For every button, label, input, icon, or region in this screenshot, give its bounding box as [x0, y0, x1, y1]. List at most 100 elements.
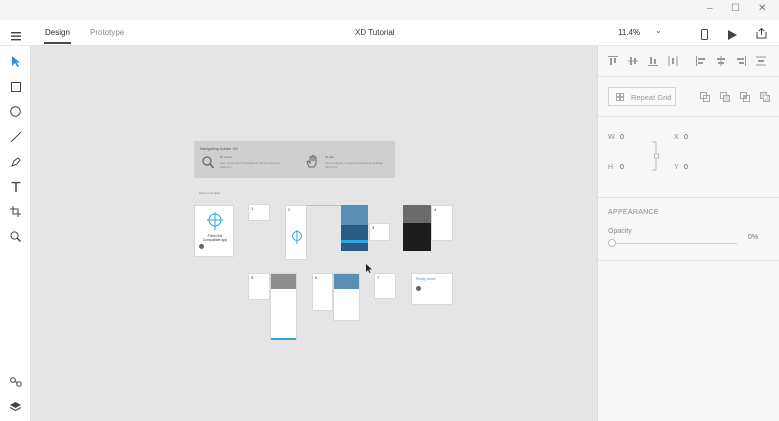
- document-title: XD Tutorial: [355, 28, 395, 37]
- artboard-welcome[interactable]: Fresh the Compatible app: [194, 205, 234, 257]
- align-middle-icon[interactable]: [628, 56, 638, 66]
- opacity-slider-handle[interactable]: [608, 239, 616, 247]
- artboard-long-scroll[interactable]: [270, 273, 297, 340]
- rectangle-tool-icon[interactable]: [8, 79, 23, 94]
- artboard-ready[interactable]: Ready done!: [411, 273, 453, 305]
- align-center-icon[interactable]: [716, 56, 726, 66]
- step-number: 2: [288, 207, 291, 212]
- text-tool-icon[interactable]: [8, 179, 23, 194]
- artboard-step-6[interactable]: 6: [312, 273, 333, 311]
- layers-icon[interactable]: [8, 399, 23, 414]
- minimize-icon[interactable]: –: [707, 3, 713, 14]
- boolean-intersect-icon[interactable]: [740, 92, 750, 102]
- artboard-landscape[interactable]: [333, 273, 360, 321]
- top-bar: Design Prototype XD Tutorial 11.4% ⌄: [0, 20, 779, 46]
- design-canvas[interactable]: Navigating Adobe XD To zoom: Your finger…: [31, 46, 597, 421]
- artboard-step-3[interactable]: 3: [369, 223, 390, 241]
- photo-image: [271, 274, 296, 289]
- step-number: 1: [251, 206, 254, 211]
- close-icon[interactable]: ✕: [758, 3, 766, 14]
- line-tool-icon[interactable]: [8, 129, 23, 144]
- distribute-horizontal-icon[interactable]: [668, 56, 678, 66]
- align-left-icon[interactable]: [696, 56, 706, 66]
- artboard-step-4[interactable]: 4: [431, 205, 453, 241]
- welcome-card-title: Fresh the Compatible app: [202, 234, 228, 242]
- panel-divider: [598, 116, 779, 117]
- opacity-value[interactable]: 0%: [748, 234, 758, 241]
- lock-aspect-icon[interactable]: [652, 141, 660, 171]
- artboard-step-5[interactable]: 5: [248, 273, 270, 300]
- boolean-add-icon[interactable]: [700, 92, 710, 102]
- accent-bar: [341, 240, 368, 243]
- panel-divider: [598, 197, 779, 198]
- step-number: 5: [251, 275, 254, 280]
- select-tool-icon[interactable]: [8, 54, 23, 69]
- y-field[interactable]: 0: [684, 164, 688, 171]
- ellipse-tool-icon[interactable]: [8, 104, 23, 119]
- tab-design[interactable]: Design: [45, 28, 70, 37]
- navigation-tip-panel: Navigating Adobe XD To zoom: Your finger…: [194, 141, 395, 178]
- step-number: 7: [377, 275, 380, 280]
- artboard-step-7[interactable]: 7: [374, 273, 396, 299]
- symbols-icon[interactable]: [8, 374, 23, 389]
- artboard-photo-blue[interactable]: [341, 205, 368, 251]
- width-label: W: [608, 134, 615, 141]
- width-field[interactable]: 0: [620, 134, 624, 141]
- align-right-icon[interactable]: [736, 56, 746, 66]
- zoom-hint-label: Zoom in to start: [199, 191, 220, 195]
- step-number: 3: [372, 225, 375, 230]
- panel-divider: [598, 260, 779, 261]
- active-tab-indicator: [44, 42, 71, 44]
- repeat-grid-icon: [616, 93, 624, 101]
- play-icon[interactable]: [728, 27, 737, 45]
- mouse-cursor-icon: [366, 260, 372, 278]
- photo-image: [403, 205, 431, 223]
- chevron-down-icon[interactable]: ⌄: [655, 26, 662, 35]
- tip-pan-text: Use trackpad, or press spacebar to activ…: [325, 161, 383, 169]
- hamburger-menu-icon[interactable]: [11, 28, 21, 46]
- step-number: 4: [434, 207, 437, 212]
- zoom-level[interactable]: 11.4%: [618, 28, 640, 37]
- artboard-tool-icon[interactable]: [8, 204, 23, 219]
- y-label: Y: [674, 164, 679, 171]
- avatar: [416, 286, 421, 291]
- accent-bar: [271, 338, 296, 340]
- zoom-tool-icon[interactable]: [8, 229, 23, 244]
- repeat-grid-button[interactable]: Repeat Grid: [608, 87, 676, 106]
- tip-zoom-title: To zoom:: [220, 155, 233, 159]
- tab-prototype[interactable]: Prototype: [90, 28, 124, 37]
- share-icon[interactable]: [756, 26, 767, 44]
- device-preview-icon[interactable]: [701, 27, 708, 45]
- appearance-heading: APPEARANCE: [608, 209, 659, 216]
- artboard-dark[interactable]: [403, 205, 431, 251]
- photo-image: [334, 274, 359, 289]
- title-bar: – ☐ ✕: [0, 0, 779, 20]
- x-field[interactable]: 0: [684, 134, 688, 141]
- opacity-label: Opacity: [608, 228, 632, 235]
- opacity-slider-track[interactable]: [612, 243, 737, 244]
- distribute-vertical-icon[interactable]: [756, 56, 766, 66]
- height-field[interactable]: 0: [620, 164, 624, 171]
- tip-pan-title: To pan:: [325, 155, 335, 159]
- align-top-icon[interactable]: [608, 56, 618, 66]
- magnifier-icon: [202, 156, 215, 174]
- align-bottom-icon[interactable]: [648, 56, 658, 66]
- maximize-icon[interactable]: ☐: [731, 3, 740, 14]
- height-label: H: [608, 164, 614, 171]
- tip-zoom-text: Your finger pinch trackpad or ctrl to zo…: [220, 161, 281, 169]
- pen-tool-icon[interactable]: [8, 154, 23, 169]
- tip-title: Navigating Adobe XD: [200, 146, 239, 151]
- step-number: 6: [315, 275, 318, 280]
- boolean-subtract-icon[interactable]: [720, 92, 730, 102]
- hand-icon: [306, 154, 318, 173]
- tools-toolbar: [0, 46, 31, 421]
- boolean-exclude-icon[interactable]: [760, 92, 770, 102]
- x-label: X: [674, 134, 679, 141]
- artboard-step-2[interactable]: 2: [285, 205, 307, 260]
- photo-image: [341, 205, 368, 225]
- ready-title: Ready done!: [416, 277, 436, 281]
- artboard-step-1[interactable]: 1: [248, 204, 270, 221]
- alignment-toolbar: [608, 56, 778, 68]
- panel-divider: [598, 76, 779, 77]
- repeat-grid-label: Repeat Grid: [631, 93, 672, 102]
